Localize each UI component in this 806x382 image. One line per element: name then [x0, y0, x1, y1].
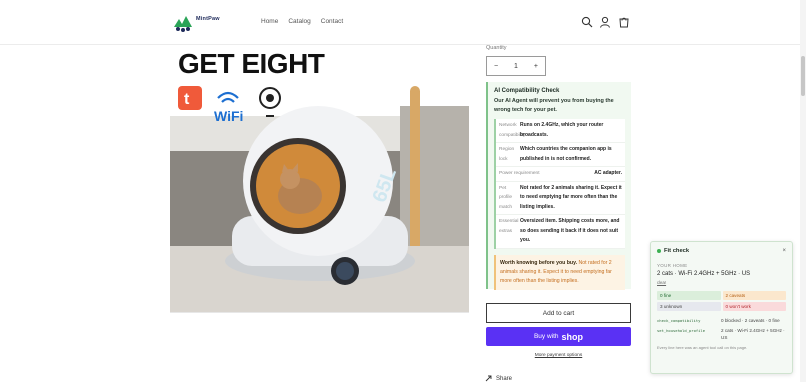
- tool-name: check_compatibility: [657, 318, 701, 323]
- row-value: Runs on 2.4GHz, which your router broadc…: [520, 122, 604, 138]
- image-caption: GET EIGHT: [178, 48, 325, 79]
- table-row: Pet profile match Not rated for 2 animal…: [496, 182, 625, 215]
- tool-call-log: check_compatibility 0 blocked · 2 caveat…: [657, 317, 786, 341]
- tool-result: 2 cats · Wi-Fi 2.4GHz + 5GHz · US: [721, 328, 785, 340]
- row-key: Region lock: [499, 147, 515, 162]
- share-label: Share: [496, 375, 513, 382]
- quantity-input[interactable]: 1: [514, 63, 518, 70]
- row-key: Power requirement: [499, 171, 540, 176]
- quantity-minus-button[interactable]: −: [494, 63, 498, 70]
- home-profile-value: 2 cats · Wi-Fi 2.4GHz + 5GHz · US: [657, 271, 751, 277]
- worth-knowing-note: Worth knowing before you buy. Not rated …: [494, 254, 625, 291]
- header-divider: [0, 44, 806, 45]
- shop-brand-label: shop: [561, 331, 584, 342]
- table-row: Essential extras Oversized item. Shippin…: [496, 215, 625, 249]
- fit-summary-grid: 0 fine 2 caveats 3 unknown 0 won't work: [657, 291, 786, 311]
- unknown-count-badge: 3 unknown: [657, 302, 721, 311]
- fit-check-footer: Every line here was an agent tool call o…: [657, 345, 748, 350]
- add-to-cart-button[interactable]: Add to cart: [486, 303, 631, 323]
- table-row: Network compatibility Runs on 2.4GHz, wh…: [496, 119, 625, 143]
- site-header: MintPaw Home Catalog Contact: [0, 0, 806, 44]
- quantity-plus-button[interactable]: +: [534, 63, 538, 70]
- account-icon[interactable]: [599, 16, 611, 28]
- table-row: Power requirement AC adapter.: [496, 167, 625, 182]
- worth-knowing-heading: Worth knowing before you buy.: [500, 259, 578, 266]
- ai-card-title: AI Compatibility Check: [494, 88, 560, 94]
- tool-result: 0 blocked · 2 caveats · 0 fine: [721, 318, 780, 323]
- tool-name: set_household_profile: [657, 328, 706, 333]
- buy-with-label: Buy with: [533, 333, 559, 340]
- share-button[interactable]: Share: [485, 375, 512, 382]
- share-icon: [485, 375, 492, 382]
- row-key: Pet profile match: [499, 185, 513, 210]
- table-row: Region lock Which countries the companio…: [496, 143, 625, 167]
- ai-compatibility-card: AI Compatibility Check Our AI Agent will…: [486, 82, 631, 291]
- close-icon[interactable]: ×: [782, 248, 786, 254]
- nav-home[interactable]: Home: [261, 18, 278, 25]
- status-dot-icon: [657, 249, 661, 253]
- buy-with-shop-button[interactable]: Buy with shop: [486, 327, 631, 346]
- image-wifi-text: WiFi: [214, 108, 244, 124]
- quantity-label: Quantity: [486, 45, 507, 51]
- fit-check-panel: Fit check × YOUR HOME 2 cats · Wi-Fi 2.4…: [650, 241, 793, 374]
- image-scroll-track[interactable]: [170, 312, 469, 313]
- clear-profile-link[interactable]: clear: [657, 280, 786, 285]
- tool-call-row: check_compatibility 0 blocked · 2 caveat…: [657, 317, 786, 324]
- product-image[interactable]: t GET EIGHT WiFi 65L: [170, 46, 469, 312]
- main-nav: Home Catalog Contact: [261, 18, 343, 25]
- quantity-stepper: − 1 +: [486, 56, 546, 76]
- product-photo: t: [170, 46, 469, 312]
- page-scrollbar-thumb[interactable]: [801, 56, 805, 96]
- ai-card-subtitle: Our AI Agent will prevent you from buyin…: [494, 98, 614, 113]
- logo-text: MintPaw: [196, 16, 220, 22]
- home-label: YOUR HOME: [657, 263, 688, 268]
- svg-text:t: t: [184, 91, 190, 108]
- row-value: Oversized item. Shipping costs more, and…: [520, 218, 620, 243]
- nav-catalog[interactable]: Catalog: [288, 18, 310, 25]
- cart-icon[interactable]: [618, 16, 630, 28]
- more-payment-options-link[interactable]: More payment options: [486, 353, 631, 358]
- fine-count-badge: 0 fine: [657, 291, 721, 300]
- row-value: AC adapter.: [594, 170, 622, 176]
- wont-work-count-badge: 0 won't work: [722, 302, 786, 311]
- logo-icon: [174, 16, 192, 32]
- search-icon[interactable]: [581, 16, 593, 28]
- ai-check-table: Network compatibility Runs on 2.4GHz, wh…: [494, 119, 625, 249]
- caveats-count-badge: 2 caveats: [722, 291, 786, 300]
- fit-check-title: Fit check: [664, 248, 690, 254]
- row-value: Not rated for 2 animals sharing it. Expe…: [520, 184, 622, 210]
- row-value: Which countries the companion app is pub…: [520, 146, 612, 162]
- tuya-app-icon: [178, 86, 202, 110]
- tool-call-row: set_household_profile 2 cats · Wi-Fi 2.4…: [657, 327, 786, 341]
- row-key: Essential extras: [499, 219, 519, 234]
- site-logo[interactable]: MintPaw: [172, 12, 220, 34]
- row-key: Network compatibility: [499, 123, 526, 138]
- nav-contact[interactable]: Contact: [321, 18, 343, 25]
